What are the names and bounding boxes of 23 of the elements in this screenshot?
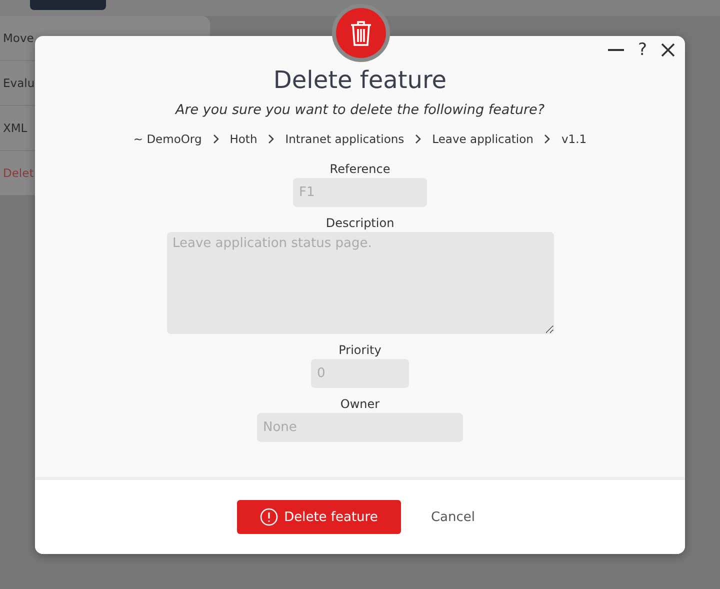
field-label: Priority — [338, 343, 382, 357]
question-text: Are you sure you want to delete the following feature? — [175, 102, 545, 118]
field-label: Owner — [340, 397, 380, 411]
menu-item[interactable]: Evalu — [3, 76, 35, 90]
delete-button[interactable]: Delete feature — [236, 500, 401, 534]
menu-item[interactable]: Move — [3, 31, 34, 45]
help-button[interactable]: ? — [638, 40, 647, 60]
chevron-icon — [544, 134, 550, 144]
dialog-title: Delete feature — [273, 66, 447, 94]
breadcrumb-item[interactable]: Hoth — [230, 132, 258, 146]
chevron-icon — [415, 134, 422, 144]
chevron-icon — [268, 134, 274, 144]
field-label: Description — [326, 216, 394, 230]
menu-item[interactable]: XML — [3, 121, 28, 135]
breadcrumb-item[interactable]: ~ DemoOrg — [133, 132, 202, 146]
breadcrumb-item[interactable]: v1.1 — [561, 132, 587, 146]
breadcrumb-item[interactable]: Intranet applications — [285, 132, 404, 146]
close-icon[interactable] — [661, 43, 675, 57]
chevron-icon — [212, 134, 219, 144]
alert-icon — [260, 508, 278, 526]
breadcrumb-item[interactable]: Leave application — [432, 132, 534, 146]
field-label: Reference — [330, 162, 390, 176]
cancel-button[interactable]: Cancel — [422, 504, 484, 530]
